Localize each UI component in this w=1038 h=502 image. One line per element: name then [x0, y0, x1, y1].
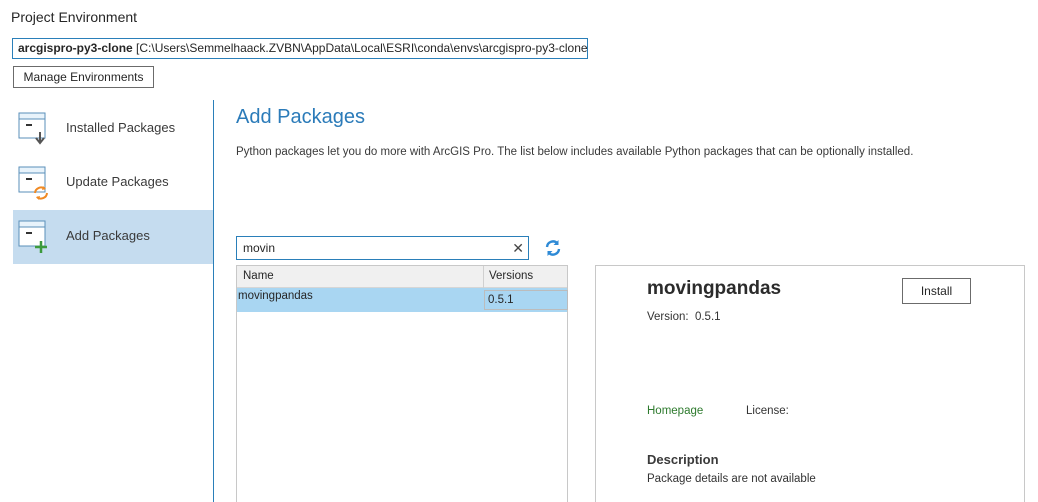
nav-item-update-packages[interactable]: Update Packages	[13, 156, 213, 210]
version-dropdown[interactable]: 0.5.1	[484, 290, 568, 310]
package-details-name: movingpandas	[647, 278, 782, 299]
package-version: Version: 0.5.1	[647, 311, 721, 323]
nav-item-add-packages[interactable]: Add Packages	[13, 210, 213, 264]
version-value: 0.5.1	[694, 311, 721, 323]
environment-path: [C:\Users\Semmelhaack.ZVBN\AppData\Local…	[136, 41, 588, 55]
nav-item-label: Update Packages	[66, 174, 169, 189]
search-box[interactable]: ✕	[236, 236, 529, 260]
package-update-icon	[18, 166, 48, 200]
description-heading: Description	[647, 452, 719, 467]
column-separator[interactable]	[483, 266, 484, 288]
package-table: Name Versions movingpandas 0.5.1	[236, 265, 568, 502]
clear-search-icon[interactable]: ✕	[512, 239, 524, 257]
license-label: License:	[746, 405, 789, 417]
table-header: Name Versions	[237, 266, 567, 288]
page-title: Add Packages	[236, 106, 365, 128]
search-input[interactable]	[237, 237, 507, 259]
environment-selector[interactable]: arcgispro-py3-clone [C:\Users\Semmelhaac…	[12, 38, 588, 59]
nav-item-installed-packages[interactable]: Installed Packages	[13, 102, 213, 156]
section-title: Project Environment	[11, 9, 138, 25]
nav-divider	[213, 100, 214, 502]
description-text: Package details are not available	[647, 473, 816, 485]
package-details-panel: movingpandas Install Version: 0.5.1 Home…	[595, 265, 1025, 502]
manage-environments-button[interactable]: Manage Environments	[13, 66, 154, 88]
refresh-icon[interactable]	[543, 238, 563, 258]
version-label: Version:	[647, 311, 689, 323]
nav-item-label: Add Packages	[66, 228, 150, 243]
table-row[interactable]: movingpandas 0.5.1	[237, 288, 568, 312]
install-button[interactable]: Install	[902, 278, 971, 304]
package-add-icon	[18, 220, 47, 253]
package-name-cell: movingpandas	[238, 290, 313, 302]
environment-name: arcgispro-py3-clone	[18, 41, 133, 55]
nav-item-label: Installed Packages	[66, 120, 176, 135]
column-header-versions[interactable]: Versions	[489, 270, 533, 282]
page-description: Python packages let you do more with Arc…	[236, 146, 914, 158]
homepage-link[interactable]: Homepage	[647, 405, 703, 417]
package-installed-icon	[18, 112, 46, 145]
column-header-name[interactable]: Name	[243, 270, 274, 282]
